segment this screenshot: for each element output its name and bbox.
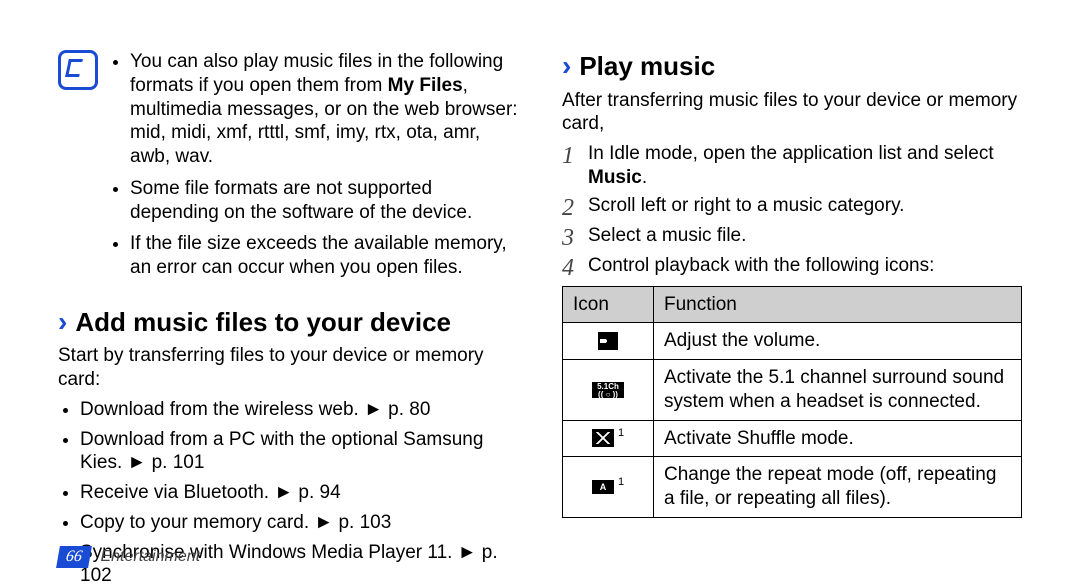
function-table: Icon Function Adjust the volume. 5.1Ch((… (562, 286, 1022, 518)
icon-cell: 5.1Ch(( ○ )) (563, 360, 654, 421)
footnote-marker: 1 (618, 476, 624, 488)
list-item: Download from a PC with the optional Sam… (80, 428, 518, 476)
table-row: Adjust the volume. (563, 323, 1022, 360)
volume-icon (598, 332, 618, 350)
step: 4 Control playback with the following ic… (562, 254, 1022, 280)
step-body: In Idle mode, open the application list … (588, 142, 1022, 190)
step-text: In Idle mode, open the application list … (588, 143, 994, 164)
play-heading: › Play music (562, 50, 1022, 83)
heading-text: Play music (579, 50, 715, 83)
page-number: 66 (56, 546, 92, 568)
step-body: Control playback with the following icon… (588, 254, 1022, 278)
note-block: You can also play music files in the fol… (58, 50, 518, 288)
function-text: Adjust the volume. (654, 323, 1022, 360)
list-item: Copy to your memory card. ► p. 103 (80, 511, 518, 535)
note-icon (58, 50, 98, 90)
table-row: 1 Activate Shuffle mode. (563, 420, 1022, 457)
table-header-row: Icon Function (563, 286, 1022, 323)
step-number: 1 (562, 142, 588, 168)
function-text: Change the repeat mode (off, repeating a… (654, 457, 1022, 518)
footnote-marker: 1 (618, 427, 624, 439)
footer: 66 Entertainment (58, 546, 200, 568)
list-item: Download from the wireless web. ► p. 80 (80, 398, 518, 422)
step-body: Scroll left or right to a music category… (588, 194, 1022, 218)
note-list: You can also play music files in the fol… (112, 50, 518, 288)
step-number: 4 (562, 254, 588, 280)
5.1ch-icon: 5.1Ch(( ○ )) (592, 382, 624, 398)
function-text: Activate Shuffle mode. (654, 420, 1022, 457)
step-body: Select a music file. (588, 224, 1022, 248)
note-bold: My Files (388, 75, 463, 96)
table-row: 5.1Ch(( ○ )) Activate the 5.1 channel su… (563, 360, 1022, 421)
play-steps: 1 In Idle mode, open the application lis… (562, 142, 1022, 280)
note-item: If the file size exceeds the available m… (130, 232, 518, 280)
repeat-icon (592, 480, 614, 494)
step-number: 2 (562, 194, 588, 220)
chevron-icon: › (58, 308, 67, 336)
section-label: Entertainment (100, 548, 200, 565)
note-item: Some file formats are not supported depe… (130, 177, 518, 225)
icon-cell: 1 (563, 457, 654, 518)
shuffle-icon (592, 429, 614, 447)
add-heading: › Add music files to your device (58, 306, 518, 339)
step-text: . (642, 167, 647, 188)
table-row: 1 Change the repeat mode (off, repeating… (563, 457, 1022, 518)
step-bold: Music (588, 167, 642, 188)
heading-text: Add music files to your device (75, 306, 451, 339)
note-item: You can also play music files in the fol… (130, 50, 518, 169)
function-text: Activate the 5.1 channel surround sound … (654, 360, 1022, 421)
icon-cell: 1 (563, 420, 654, 457)
list-item: Receive via Bluetooth. ► p. 94 (80, 481, 518, 505)
step: 3 Select a music file. (562, 224, 1022, 250)
play-intro: After transferring music files to your d… (562, 89, 1022, 137)
icon-cell (563, 323, 654, 360)
add-intro: Start by transferring files to your devi… (58, 344, 518, 392)
table-header: Icon (563, 286, 654, 323)
table-header: Function (654, 286, 1022, 323)
step-number: 3 (562, 224, 588, 250)
step: 2 Scroll left or right to a music catego… (562, 194, 1022, 220)
step: 1 In Idle mode, open the application lis… (562, 142, 1022, 190)
chevron-icon: › (562, 52, 571, 80)
